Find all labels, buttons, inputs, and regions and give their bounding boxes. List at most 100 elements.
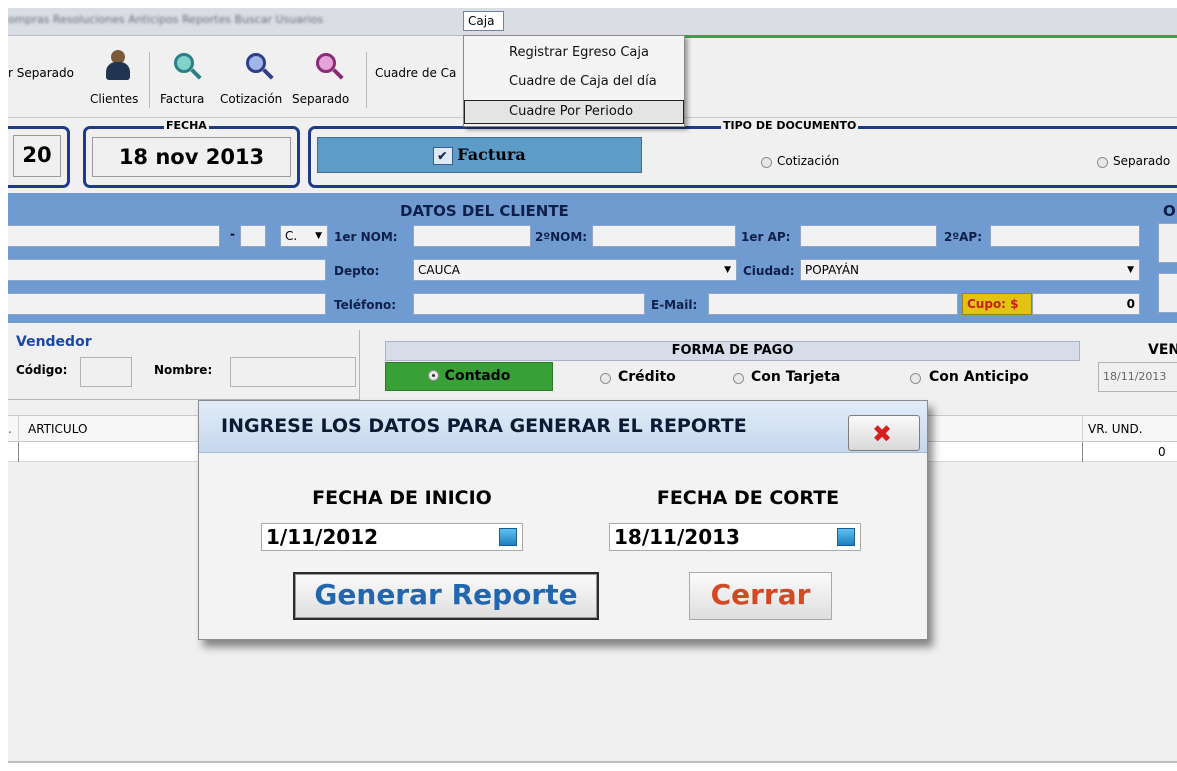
fecha-corte-label: FECHA DE CORTE bbox=[656, 487, 840, 509]
document-number-group: 20 bbox=[8, 126, 70, 188]
col-articulo[interactable]: ARTICULO bbox=[28, 422, 87, 436]
caja-dropdown-menu: Registrar Egreso Caja Cuadre de Caja del… bbox=[463, 35, 685, 127]
vendedor-title: Vendedor bbox=[16, 334, 92, 350]
menu-item-cuadre-periodo[interactable]: Cuadre Por Periodo bbox=[464, 100, 684, 124]
email-input[interactable] bbox=[708, 293, 958, 315]
search-doc-icon bbox=[170, 50, 202, 86]
ap2-input[interactable] bbox=[990, 225, 1140, 247]
nombre-input[interactable] bbox=[230, 357, 356, 387]
menu-item-registrar-egreso[interactable]: Registrar Egreso Caja bbox=[464, 42, 684, 66]
factura-doc-button[interactable]: ✔ Factura bbox=[317, 137, 642, 173]
search-bag-icon bbox=[312, 50, 344, 86]
tarjeta-label: Con Tarjeta bbox=[751, 369, 841, 385]
menu-bar: ompras Resoluciones Anticipos Reportes B… bbox=[8, 8, 1177, 36]
toolbar-separator bbox=[149, 52, 150, 108]
documento-dash: - bbox=[230, 227, 235, 241]
grid-divider bbox=[18, 416, 19, 443]
contado-label: Contado bbox=[444, 368, 511, 384]
separado-label: Separado bbox=[292, 92, 350, 106]
cupo-value: 0 bbox=[1032, 293, 1140, 315]
fecha-inicio-input[interactable]: 1/11/2012 bbox=[261, 523, 523, 551]
vendedor-group: Vendedor Código: Nombre: bbox=[8, 330, 360, 400]
anticipo-radio[interactable] bbox=[910, 373, 921, 384]
tipo-documento-group: TIPO DE DOCUMENTO ✔ Factura Cotización S… bbox=[308, 120, 1177, 188]
factura-button[interactable]: Factura bbox=[152, 46, 222, 112]
nom1-input[interactable] bbox=[413, 225, 531, 247]
nom1-label: 1er NOM: bbox=[334, 230, 398, 244]
cuadre-caja-button[interactable]: Cuadre de Ca bbox=[375, 66, 456, 80]
chevron-down-icon: ▼ bbox=[1127, 265, 1134, 275]
digito-verificacion-input[interactable] bbox=[240, 225, 266, 247]
nom2-label: 2ºNOM: bbox=[535, 230, 588, 244]
cotizacion-radio[interactable] bbox=[761, 157, 772, 168]
factura-doc-label: Factura bbox=[457, 145, 526, 164]
grid-divider bbox=[1082, 442, 1083, 462]
fecha-value: 18 nov 2013 bbox=[92, 137, 291, 177]
cotizacion-button[interactable]: Cotización bbox=[218, 46, 290, 112]
ap1-input[interactable] bbox=[800, 225, 937, 247]
col-vr-und[interactable]: VR. UND. bbox=[1088, 422, 1143, 436]
menu-item-cuadre-dia[interactable]: Cuadre de Caja del día bbox=[464, 71, 684, 95]
search-list-icon bbox=[242, 50, 274, 86]
fecha-inicio-label: FECHA DE INICIO bbox=[312, 487, 492, 509]
depto-label: Depto: bbox=[334, 264, 380, 278]
calendar-icon[interactable] bbox=[837, 528, 855, 546]
close-icon: ✖ bbox=[872, 420, 893, 448]
tipo-documento-select[interactable]: C. ▼ bbox=[280, 225, 328, 247]
document-number: 20 bbox=[13, 135, 61, 177]
user-icon bbox=[106, 50, 130, 80]
separado-radio-label: Separado bbox=[1113, 154, 1171, 168]
vencimiento-date[interactable]: 18/11/2013 bbox=[1098, 362, 1177, 392]
codigo-input[interactable] bbox=[80, 357, 132, 387]
factura-label: Factura bbox=[160, 92, 205, 106]
vencimiento-title: VEN bbox=[1148, 342, 1177, 358]
telefono-input[interactable] bbox=[413, 293, 645, 315]
side-button-1[interactable] bbox=[1158, 223, 1177, 263]
menu-caja[interactable]: Caja bbox=[463, 11, 504, 31]
ap2-label: 2ºAP: bbox=[944, 230, 982, 244]
fecha-corte-input[interactable]: 18/11/2013 bbox=[609, 523, 861, 551]
depto-select[interactable]: CAUCA ▼ bbox=[413, 259, 737, 281]
direccion-input[interactable] bbox=[8, 259, 326, 281]
datos-cliente-panel: DATOS DEL CLIENTE O - C. ▼ 1er NOM: 2ºNO… bbox=[8, 193, 1177, 323]
datos-cliente-title: DATOS DEL CLIENTE bbox=[400, 202, 569, 220]
barrio-input[interactable] bbox=[8, 293, 326, 315]
clientes-label: Clientes bbox=[90, 92, 139, 106]
telefono-label: Teléfono: bbox=[334, 298, 397, 312]
email-label: E-Mail: bbox=[651, 298, 698, 312]
separado-radio[interactable] bbox=[1097, 157, 1108, 168]
nombre-label: Nombre: bbox=[154, 363, 213, 377]
report-dialog: INGRESE LOS DATOS PARA GENERAR EL REPORT… bbox=[198, 400, 928, 640]
chevron-down-icon: ▼ bbox=[724, 265, 731, 275]
fecha-inicio-value: 1/11/2012 bbox=[266, 525, 379, 549]
generar-reporte-button[interactable]: Generar Reporte bbox=[293, 572, 599, 620]
fecha-group: FECHA 18 nov 2013 bbox=[83, 120, 300, 188]
contado-option[interactable]: Contado bbox=[385, 362, 553, 391]
checklist-icon: ✔ bbox=[433, 146, 454, 165]
clientes-button[interactable]: Clientes bbox=[88, 46, 148, 112]
anticipo-label: Con Anticipo bbox=[929, 369, 1029, 385]
cotizacion-label: Cotización bbox=[220, 92, 283, 106]
documento-input[interactable] bbox=[8, 225, 220, 247]
menu-items-blurred: ompras Resoluciones Anticipos Reportes B… bbox=[8, 13, 324, 26]
ciudad-label: Ciudad: bbox=[743, 264, 795, 278]
bottom-scrollbar[interactable] bbox=[8, 761, 1177, 763]
report-dialog-title: INGRESE LOS DATOS PARA GENERAR EL REPORT… bbox=[221, 415, 747, 437]
side-button-2[interactable] bbox=[1158, 273, 1177, 313]
cotizacion-radio-label: Cotización bbox=[777, 154, 840, 168]
separado-button[interactable]: Separado bbox=[290, 46, 360, 112]
credito-radio[interactable] bbox=[600, 373, 611, 384]
fecha-legend: FECHA bbox=[164, 119, 209, 132]
fecha-corte-value: 18/11/2013 bbox=[614, 525, 740, 549]
nom2-input[interactable] bbox=[592, 225, 736, 247]
ap1-label: 1er AP: bbox=[741, 230, 791, 244]
calendar-icon[interactable] bbox=[499, 528, 517, 546]
tarjeta-radio[interactable] bbox=[733, 373, 744, 384]
toolbar-separado-left[interactable]: r Separado bbox=[8, 66, 74, 80]
forma-pago-title: FORMA DE PAGO bbox=[385, 341, 1080, 361]
dialog-close-button[interactable]: ✖ bbox=[848, 415, 920, 451]
ciudad-select[interactable]: POPAYÁN ▼ bbox=[800, 259, 1140, 281]
toolbar-separator bbox=[366, 52, 367, 108]
cerrar-button[interactable]: Cerrar bbox=[689, 572, 832, 620]
ciudad-value: POPAYÁN bbox=[805, 263, 860, 277]
